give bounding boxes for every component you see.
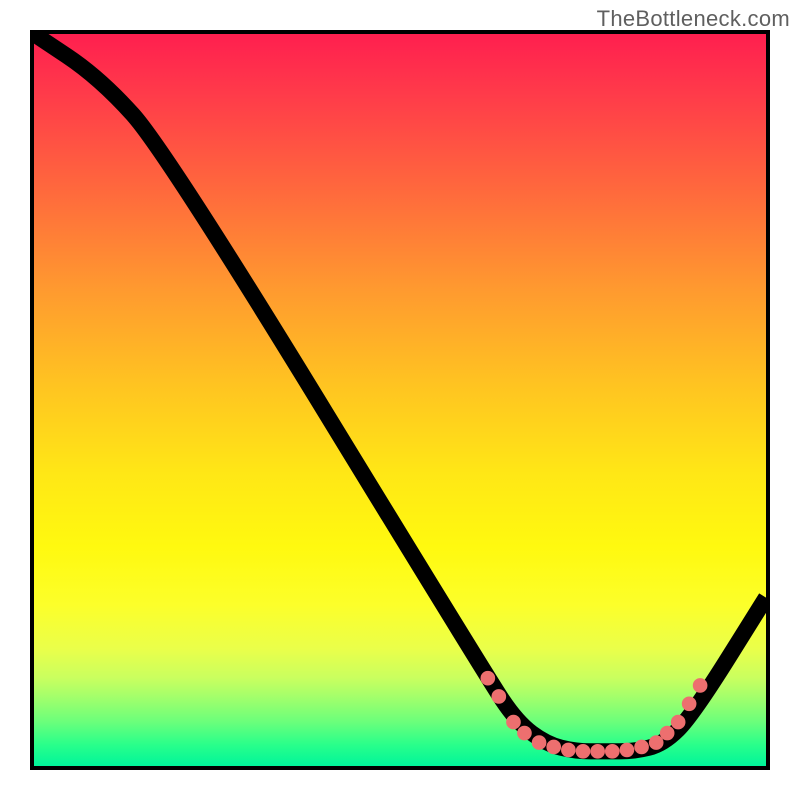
data-dot xyxy=(517,726,532,741)
data-dot xyxy=(620,743,635,758)
data-dot xyxy=(682,696,697,711)
data-dot xyxy=(532,735,547,750)
data-dot xyxy=(546,740,561,755)
plot-area xyxy=(30,30,770,770)
data-dot xyxy=(634,740,649,755)
data-dot xyxy=(561,743,576,758)
data-dot xyxy=(481,671,496,686)
data-dot xyxy=(693,678,708,693)
data-dot xyxy=(605,744,620,759)
chart-svg xyxy=(34,34,766,766)
data-dot xyxy=(590,744,605,759)
data-dot xyxy=(576,744,591,759)
watermark-text: TheBottleneck.com xyxy=(597,6,790,32)
data-dot xyxy=(506,715,521,730)
data-dot xyxy=(660,726,675,741)
curve-line xyxy=(34,34,766,751)
data-dot xyxy=(492,689,507,704)
chart-canvas: TheBottleneck.com xyxy=(0,0,800,800)
data-dot xyxy=(671,715,686,730)
